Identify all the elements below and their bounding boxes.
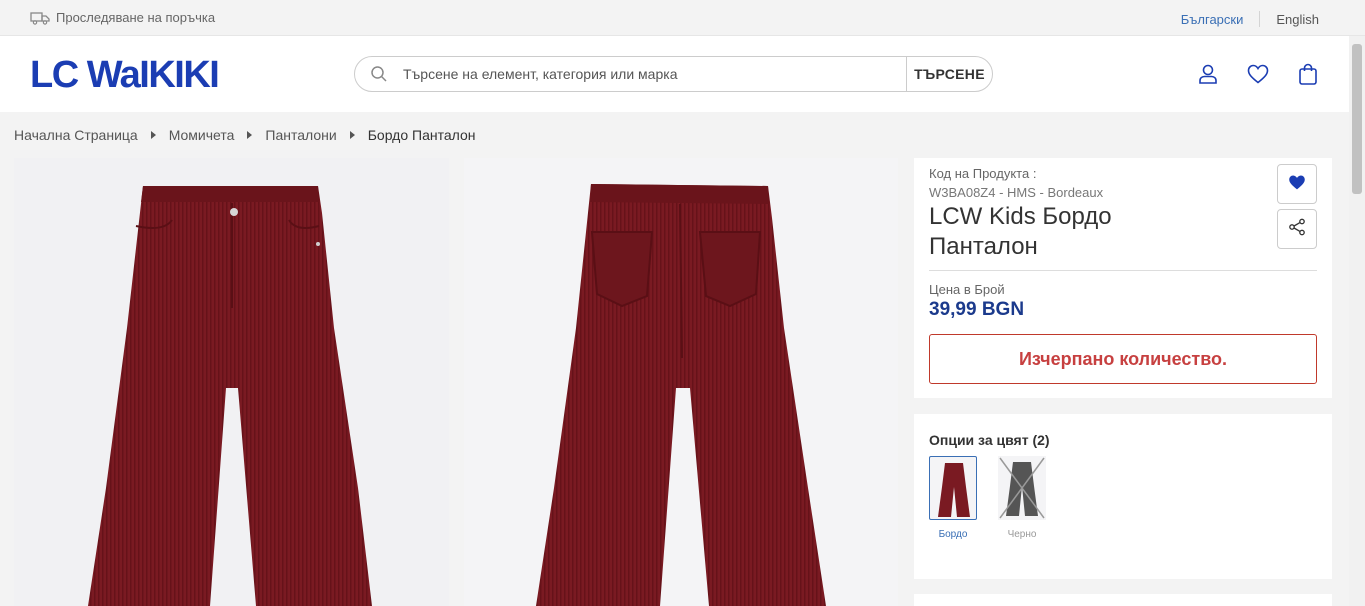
product-code: W3BA08Z4 - HMS - Bordeaux <box>929 185 1104 200</box>
search-input[interactable] <box>403 66 906 82</box>
breadcrumb-girls[interactable]: Момичета <box>169 127 235 143</box>
header-icons <box>1196 62 1320 86</box>
breadcrumb: Начална Страница Момичета Панталони Борд… <box>14 127 475 143</box>
info-divider <box>929 270 1317 271</box>
search-button[interactable]: ТЪРСЕНЕ <box>906 57 992 91</box>
breadcrumb-arrow-icon <box>150 131 156 139</box>
track-order-label: Проследяване на поръчка <box>56 10 216 25</box>
price-label: Цена в Брой <box>929 282 1005 297</box>
product-image-front[interactable] <box>14 158 449 606</box>
share-button[interactable] <box>1277 209 1317 249</box>
track-order-link[interactable]: Проследяване на поръчка <box>30 10 215 25</box>
lang-english[interactable]: English <box>1276 12 1319 27</box>
breadcrumb-arrow-icon <box>349 131 355 139</box>
color-swatch-bordeaux[interactable] <box>929 456 977 520</box>
language-switcher: Български English <box>1181 11 1319 27</box>
color-label-black: Черно <box>1007 529 1037 540</box>
truck-icon <box>30 11 50 25</box>
breadcrumb-current: Бордо Панталон <box>367 127 476 143</box>
scrollbar-thumb[interactable] <box>1352 44 1362 194</box>
breadcrumb-pants[interactable]: Панталони <box>265 127 336 143</box>
search-icon <box>355 65 403 83</box>
breadcrumb-home[interactable]: Начална Страница <box>14 127 138 143</box>
lang-bulgarian[interactable]: Български <box>1181 12 1244 27</box>
brand-logo[interactable]: LC WaIKIKI <box>30 56 220 94</box>
site-header: LC WaIKIKI ТЪРСЕНЕ <box>0 36 1349 112</box>
color-label-bordeaux: Бордо <box>938 529 968 540</box>
page-scrollbar[interactable] <box>1349 36 1365 606</box>
next-panel <box>914 594 1332 606</box>
share-icon <box>1288 218 1306 241</box>
lang-divider <box>1259 11 1261 27</box>
heart-filled-icon <box>1287 173 1307 196</box>
out-of-stock-box: Изчерпано количество. <box>929 334 1317 384</box>
search-bar: ТЪРСЕНЕ <box>354 56 993 92</box>
heart-icon[interactable] <box>1246 62 1270 86</box>
favorite-button[interactable] <box>1277 164 1317 204</box>
color-options-title: Опции за цвят (2) <box>929 432 1050 448</box>
user-icon[interactable] <box>1196 62 1220 86</box>
color-options-panel: Опции за цвят (2) Бордо Черно <box>914 414 1332 579</box>
breadcrumb-arrow-icon <box>247 131 253 139</box>
product-code-label: Код на Продукта : <box>929 166 1037 181</box>
product-image-back[interactable] <box>464 158 898 606</box>
bag-icon[interactable] <box>1296 62 1320 86</box>
top-bar: Проследяване на поръчка Български Englis… <box>0 0 1365 36</box>
product-title: LCW Kids Бордо Панталон <box>929 203 1112 260</box>
product-price: 39,99 BGN <box>929 299 1025 320</box>
product-info-panel: Код на Продукта : W3BA08Z4 - HMS - Borde… <box>914 158 1332 398</box>
color-swatch-black[interactable] <box>998 456 1046 520</box>
